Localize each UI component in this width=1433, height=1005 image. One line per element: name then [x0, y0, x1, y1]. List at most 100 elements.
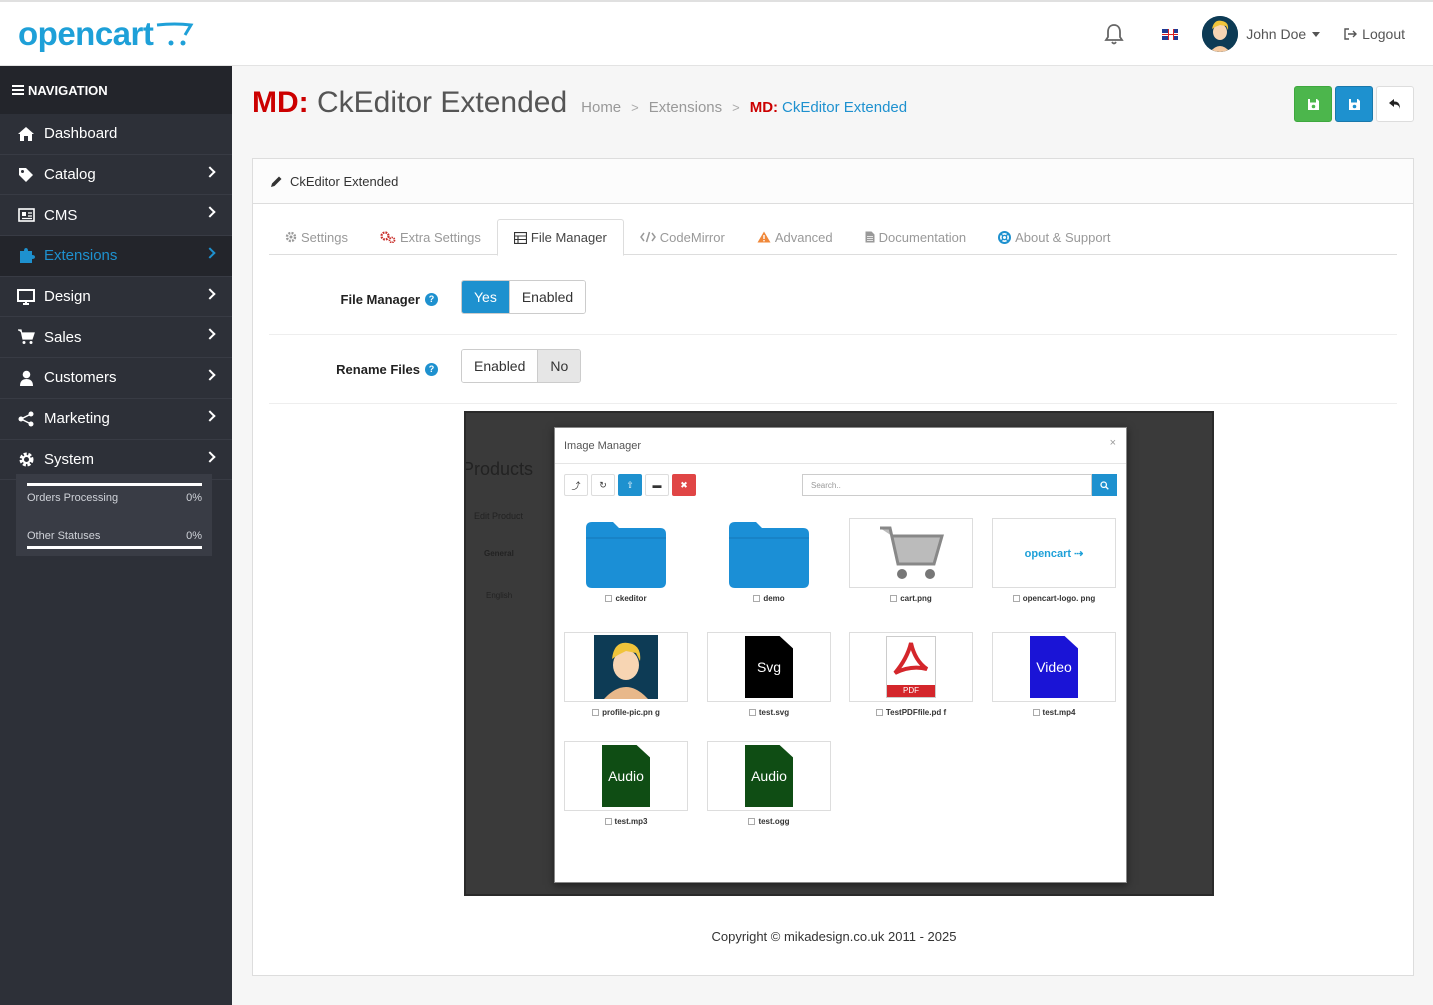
- top-header: opencart John Doe Logout: [0, 0, 1433, 66]
- breadcrumb-home[interactable]: Home: [581, 99, 621, 116]
- file-thumb-test-mp3: Audio test.mp3: [564, 741, 688, 826]
- file-thumb-test-pdf: PDF TestPDFfile.pd f: [849, 632, 973, 717]
- sidebar-item-dashboard[interactable]: Dashboard: [0, 114, 232, 155]
- tab-advanced[interactable]: Advanced: [741, 219, 849, 255]
- opencart-logo[interactable]: opencart: [18, 14, 195, 54]
- sidebar-item-customers[interactable]: Customers: [0, 358, 232, 399]
- folder-icon: [564, 518, 688, 588]
- title-prefix: MD:: [252, 86, 309, 119]
- code-icon: [639, 231, 656, 243]
- help-icon[interactable]: ?: [425, 362, 438, 376]
- file-thumb-test-ogg: Audio test.ogg: [707, 741, 831, 826]
- file-name: cart.png: [900, 594, 932, 603]
- logo-text: opencart: [18, 15, 154, 52]
- file-name: test.svg: [758, 708, 790, 717]
- tab-label: Documentation: [878, 229, 967, 245]
- save-stay-button[interactable]: [1294, 86, 1332, 122]
- tab-file-manager[interactable]: File Manager: [496, 219, 624, 256]
- breadcrumb-extensions[interactable]: Extensions: [649, 99, 722, 116]
- sidebar-item-label: Sales: [44, 328, 82, 346]
- tag-icon: [16, 166, 36, 184]
- file-thumb-cart: cart.png: [849, 518, 973, 603]
- breadcrumb-separator-icon: >: [631, 100, 639, 115]
- image-manager-modal: Image Manager × ⤴ ↻ ⇧ ▬ ✖ Search.. ckedi…: [554, 427, 1127, 883]
- file-name: opencart-logo. png: [1022, 594, 1096, 603]
- file-manager-toggle[interactable]: Yes Enabled: [461, 280, 587, 314]
- sidebar-item-design[interactable]: Design: [0, 277, 232, 318]
- avatar[interactable]: [1202, 16, 1239, 52]
- bell-icon[interactable]: [1102, 22, 1126, 46]
- audio-file-icon: Audio: [564, 741, 688, 811]
- chevron-down-icon[interactable]: [1312, 31, 1321, 37]
- language-flag-icon[interactable]: [1162, 28, 1179, 40]
- breadcrumb: Home > Extensions > MD: CkEditor Extende…: [581, 99, 907, 116]
- tab-label: Settings: [301, 229, 348, 245]
- logout-link[interactable]: Logout: [1344, 26, 1405, 42]
- save-button[interactable]: [1335, 86, 1373, 122]
- breadcrumb-separator-icon: >: [732, 100, 740, 115]
- file-thumb-opencart-logo: opencart ⇢ opencart-logo. png: [992, 518, 1116, 603]
- file-name: test.mp4: [1042, 708, 1076, 717]
- parent-folder-icon: ⤴: [564, 474, 588, 496]
- reply-icon: [1389, 99, 1400, 109]
- sidebar-item-label: CMS: [44, 206, 78, 224]
- logout-label: Logout: [1362, 26, 1405, 42]
- user-icon: [16, 369, 36, 387]
- toggle-option-enabled[interactable]: Enabled: [508, 281, 586, 313]
- chevron-right-icon: [204, 328, 216, 341]
- back-button[interactable]: [1376, 86, 1414, 122]
- sidebar-item-label: Design: [44, 288, 91, 306]
- table-icon: [513, 231, 527, 244]
- audio-file-icon: Audio: [707, 741, 831, 811]
- page-title: MD: CkEditor Extended: [252, 86, 567, 120]
- toggle-option-yes[interactable]: Yes: [462, 281, 509, 313]
- preview-bg-lang: English: [486, 591, 513, 600]
- sidebar: NAVIGATION Dashboard Catalog CMS Extensi…: [0, 66, 232, 1005]
- file-thumb-profile-pic: profile-pic.pn g: [564, 632, 688, 717]
- tab-codemirror[interactable]: CodeMirror: [624, 219, 741, 255]
- sidebar-item-extensions[interactable]: Extensions: [0, 236, 232, 277]
- tab-extra-settings[interactable]: Extra Settings: [364, 219, 497, 255]
- sidebar-item-cms[interactable]: CMS: [0, 195, 232, 237]
- preview-bg-tab: General: [484, 549, 514, 558]
- rename-files-toggle[interactable]: Enabled No: [461, 349, 582, 383]
- puzzle-icon: [16, 247, 36, 265]
- sidebar-item-label: Marketing: [44, 410, 110, 428]
- share-icon: [16, 410, 36, 428]
- help-icon[interactable]: ?: [425, 292, 438, 306]
- sidebar-item-marketing[interactable]: Marketing: [0, 399, 232, 440]
- action-buttons: [1291, 86, 1414, 122]
- file-manager-preview-image: Products Edit Product General English Im…: [464, 411, 1214, 896]
- modal-toolbar: ⤴ ↻ ⇧ ▬ ✖: [564, 474, 699, 496]
- file-name: test.ogg: [758, 817, 790, 826]
- chevron-right-icon: [204, 410, 216, 422]
- stat-other-statuses: Other Statuses 0%: [27, 518, 202, 551]
- panel-title: CkEditor Extended: [290, 173, 399, 189]
- breadcrumb-current[interactable]: CkEditor Extended: [782, 99, 907, 116]
- opencart-logo-image-icon: opencart ⇢: [992, 518, 1116, 588]
- breadcrumb-current-prefix[interactable]: MD:: [750, 99, 778, 116]
- tab-label: Extra Settings: [399, 229, 481, 245]
- file-badge: Audio: [608, 768, 644, 784]
- tab-bar: Settings Extra Settings File Manager Cod…: [269, 219, 1397, 256]
- file-badge: Audio: [751, 768, 787, 784]
- file-thumb-ckeditor: ckeditor: [564, 518, 688, 603]
- chevron-right-icon: [204, 206, 216, 219]
- toggle-option-enabled[interactable]: Enabled: [462, 350, 538, 382]
- user-name[interactable]: John Doe: [1246, 26, 1306, 42]
- sidebar-item-catalog[interactable]: Catalog: [0, 155, 232, 196]
- tab-label: Advanced: [774, 229, 833, 245]
- navigation-title: NAVIGATION: [28, 82, 108, 98]
- life-ring-icon: [998, 230, 1012, 244]
- preview-bg-title: Products: [464, 459, 534, 479]
- file-name: ckeditor: [615, 594, 647, 603]
- tab-about-support[interactable]: About & Support: [982, 219, 1126, 255]
- toggle-option-no[interactable]: No: [537, 350, 581, 382]
- tab-documentation[interactable]: Documentation: [849, 219, 982, 255]
- chevron-right-icon: [204, 288, 216, 300]
- form-row-rename-files: Rename Files ? Enabled No: [269, 335, 1397, 404]
- preview-bg-edit: Edit Product: [474, 511, 524, 521]
- tab-settings[interactable]: Settings: [269, 219, 364, 255]
- rename-files-label: Rename Files ?: [269, 359, 438, 379]
- sidebar-item-sales[interactable]: Sales: [0, 317, 232, 359]
